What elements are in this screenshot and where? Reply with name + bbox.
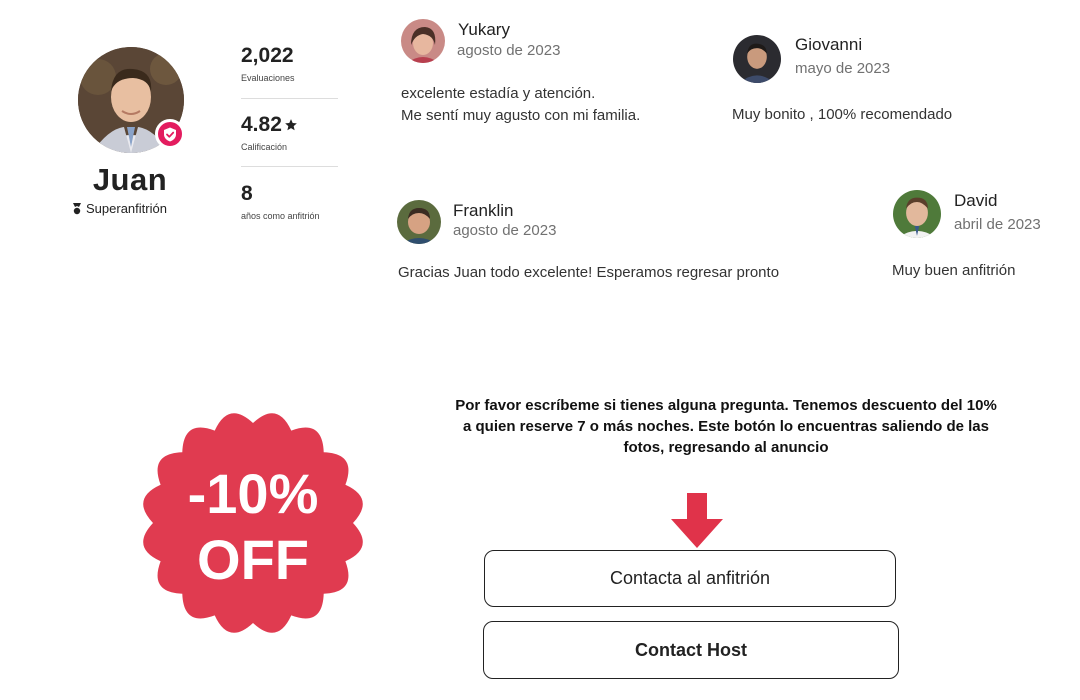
reviewer-name: Yukary bbox=[458, 20, 510, 39]
stat-rating-label: Calificación bbox=[241, 142, 288, 152]
stat-rating-value-row: 4.82 bbox=[241, 113, 298, 137]
stat-divider bbox=[241, 98, 338, 99]
stat-rating-value: 4.82 bbox=[241, 113, 282, 136]
stat-reviews-value: 2,022 bbox=[241, 44, 294, 67]
stat-reviews: 2,022 Evaluaciones bbox=[241, 44, 295, 83]
superhost-icon bbox=[73, 202, 81, 214]
review-text: excelente estadía y atención. Me sentí m… bbox=[401, 85, 641, 124]
reviewer-avatar bbox=[401, 19, 445, 63]
shield-check-icon bbox=[164, 127, 176, 141]
review-date: mayo de 2023 bbox=[795, 60, 891, 77]
superhost-label: Superanfitrión bbox=[86, 201, 167, 216]
reviewer-avatar bbox=[893, 190, 941, 238]
stat-years-label: años como anfitrión bbox=[241, 211, 320, 221]
reviewer-name: David bbox=[954, 191, 998, 210]
reviewer-avatar bbox=[733, 35, 781, 83]
stat-years-value: 8 bbox=[241, 182, 253, 205]
review-date: abril de 2023 bbox=[954, 216, 1041, 233]
reviewer-name: Giovanni bbox=[795, 35, 863, 54]
reviewer-avatar bbox=[397, 200, 441, 244]
contact-host-button-en[interactable]: Contact Host bbox=[483, 621, 899, 679]
off-text: OFF bbox=[197, 528, 309, 591]
stat-years: 8 años como anfitrión bbox=[241, 182, 320, 221]
star-icon bbox=[285, 119, 297, 131]
review-date: agosto de 2023 bbox=[457, 42, 561, 59]
discount-text: -10% bbox=[188, 462, 319, 525]
review-date: agosto de 2023 bbox=[453, 222, 557, 239]
reviewer-name: Franklin bbox=[453, 201, 514, 220]
contact-host-button-es[interactable]: Contacta al anfitrión bbox=[484, 550, 896, 607]
review-text: Gracias Juan todo excelente! Esperamos r… bbox=[398, 264, 780, 281]
review-text: Muy buen anfitrión bbox=[892, 262, 1016, 279]
arrow-down-icon bbox=[671, 493, 723, 548]
verified-badge bbox=[155, 119, 185, 149]
stat-divider bbox=[241, 166, 338, 167]
review-text: Muy bonito , 100% recomendado bbox=[732, 106, 953, 123]
superhost-badge: Superanfitrión bbox=[72, 201, 167, 216]
discount-badge: -10% OFF bbox=[135, 405, 371, 641]
stat-rating: 4.82 Calificación bbox=[241, 113, 298, 152]
host-name: Juan bbox=[92, 162, 168, 197]
stat-reviews-label: Evaluaciones bbox=[241, 73, 295, 83]
promo-message: Por favor escríbeme si tienes alguna pre… bbox=[455, 397, 997, 456]
